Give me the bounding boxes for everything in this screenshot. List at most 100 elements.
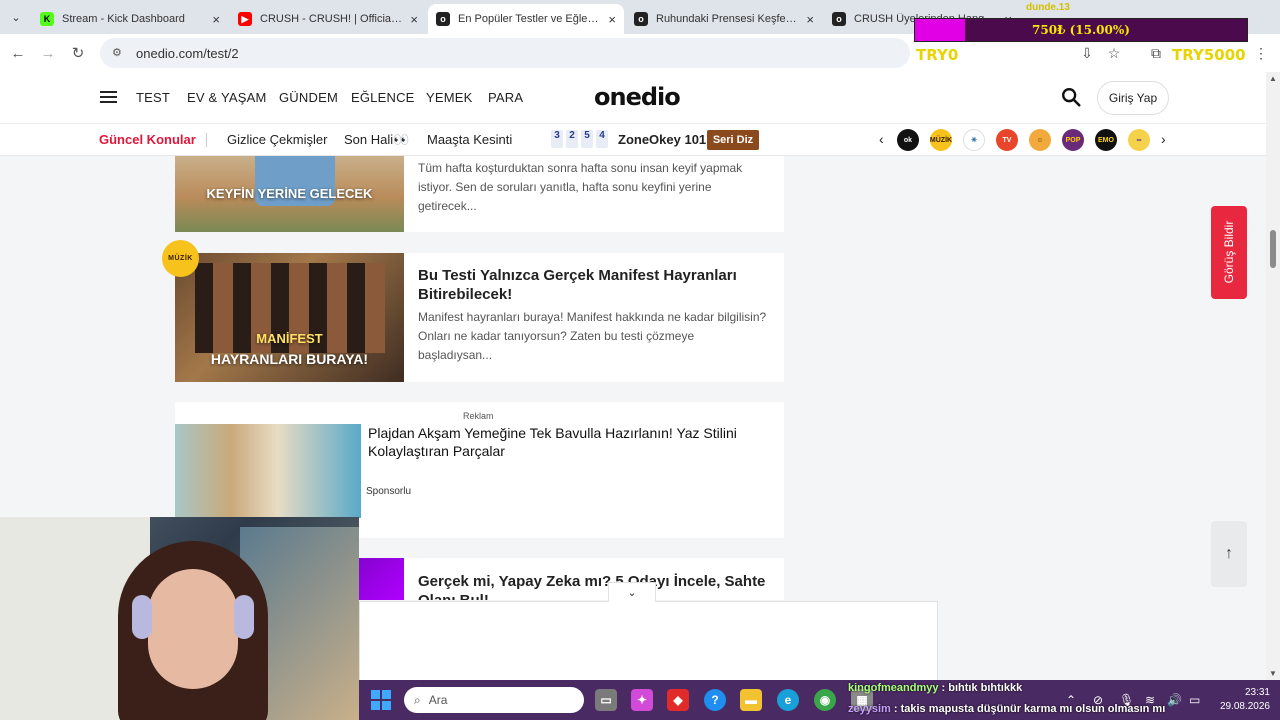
close-tab-icon[interactable]: ×	[608, 12, 616, 27]
nav-yemek[interactable]: YEMEK	[426, 90, 473, 105]
help-icon[interactable]: ?	[704, 689, 726, 711]
tab-kick-dashboard[interactable]: K Stream - Kick Dashboard ×	[32, 4, 228, 34]
reload-icon[interactable]: ↻	[68, 43, 88, 63]
card-title[interactable]: Gerçek mi, Yapay Zeka mı? 5 Odayı İncele…	[418, 572, 768, 600]
clock-date: 29.08.2026	[1219, 701, 1270, 712]
onedio-logo[interactable]: onedio	[594, 83, 681, 111]
windows-start-icon[interactable]	[371, 690, 391, 710]
chat-text: : bıhtık bıhtıkkk	[938, 682, 1023, 694]
seri-diz-button[interactable]: Seri Diz	[707, 130, 759, 150]
taskbar-search[interactable]: ⌕ Ara	[404, 687, 584, 713]
topic-guncel-konular[interactable]: Güncel Konular	[99, 132, 196, 147]
search-icon: ⌕	[414, 692, 421, 707]
nav-para[interactable]: PARA	[488, 90, 523, 105]
nav-gundem[interactable]: GÜNDEM	[279, 90, 338, 105]
category-circle-icon[interactable]: TV	[996, 129, 1018, 151]
category-circle-icon[interactable]: ✳	[963, 129, 985, 151]
edge-icon[interactable]: e	[777, 689, 799, 711]
volume-icon[interactable]: 🔊	[1167, 693, 1182, 707]
onedio-favicon-icon: o	[832, 12, 846, 26]
ad-image[interactable]	[175, 424, 361, 518]
category-circle-icon[interactable]: MÜZİK	[930, 129, 952, 151]
scrollbar-thumb[interactable]	[1270, 230, 1276, 268]
test-card-manifest[interactable]: MANİFEST HAYRANLARI BURAYA! Bu Testi Yal…	[175, 253, 784, 382]
kick-favicon-icon: K	[40, 12, 54, 26]
bottom-sticky-ad[interactable]	[359, 601, 938, 681]
thumbnail-caption-bottom: HAYRANLARI BURAYA!	[210, 351, 369, 367]
hamburger-menu-icon[interactable]	[100, 91, 117, 104]
card-thumbnail[interactable]: KEYFİN YERİNE GELECEK	[175, 156, 404, 232]
menu-kebab-icon[interactable]: ⋮	[1252, 44, 1270, 62]
page-scrollbar[interactable]: ▲ ▼	[1266, 72, 1280, 680]
collapse-ad-chevron-icon[interactable]: ⌄	[608, 582, 656, 602]
webcam-overlay	[0, 517, 359, 720]
nav-test[interactable]: TEST	[136, 90, 170, 105]
topic-separator	[206, 133, 207, 147]
tab-onedio-active[interactable]: o En Popüler Testler ve Eğlenceli ×	[428, 4, 624, 34]
clock-time: 23:31	[1244, 687, 1270, 698]
bookmark-star-icon[interactable]: ☆	[1105, 44, 1123, 62]
back-arrow-icon[interactable]: ←	[8, 43, 28, 63]
scroll-up-arrow-icon[interactable]: ▲	[1269, 74, 1277, 83]
close-tab-icon[interactable]: ×	[806, 12, 814, 27]
category-circle-icon[interactable]: ok	[897, 129, 919, 151]
chat-message: zeyysim : takis mapusta düşünür karma mı…	[848, 703, 1165, 715]
scroll-down-arrow-icon[interactable]: ▼	[1269, 669, 1277, 678]
card-description: Tüm hafta koşturduktan sonra hafta sonu …	[418, 161, 743, 213]
search-icon[interactable]	[1060, 86, 1082, 108]
ad-title[interactable]: Plajdan Akşam Yemeğine Tek Bavulla Hazır…	[368, 424, 758, 460]
close-tab-icon[interactable]: ×	[410, 12, 418, 27]
forward-arrow-icon[interactable]: →	[38, 43, 58, 63]
goal-max-label: TRY5000	[1172, 46, 1246, 64]
tab-title: Ruhundaki Prensesi Keşfediyor	[656, 13, 799, 25]
nav-eglence[interactable]: EĞLENCE	[351, 90, 415, 105]
scroll-to-top-button[interactable]: ↑	[1211, 521, 1247, 587]
site-info-icon[interactable]: ⚙	[112, 46, 126, 60]
topic-gizlice-cekmisler[interactable]: Gizlice Çekmişler	[227, 132, 327, 147]
card-thumbnail[interactable]: MANİFEST HAYRANLARI BURAYA!	[175, 253, 404, 382]
headphone-left	[132, 595, 152, 639]
address-bar[interactable]: ⚙ onedio.com/test/2	[100, 38, 910, 68]
tab-ruhundaki-prenses[interactable]: o Ruhundaki Prensesi Keşfediyor ×	[626, 4, 822, 34]
app-red-icon[interactable]: ◆	[667, 689, 689, 711]
login-button[interactable]: Giriş Yap	[1097, 81, 1169, 115]
copilot-icon[interactable]: ✦	[631, 689, 653, 711]
task-view-icon[interactable]: ▭	[595, 689, 617, 711]
url-text: onedio.com/test/2	[136, 45, 239, 61]
thumbnail-caption-top: MANİFEST	[256, 331, 323, 346]
zoneokey-label[interactable]: ZoneOkey 101	[618, 132, 706, 147]
install-app-icon[interactable]: ⇩	[1078, 44, 1096, 62]
chevron-right-icon[interactable]: ›	[1161, 131, 1166, 147]
category-circle-icon[interactable]: ☺	[1029, 129, 1051, 151]
nav-ev-yasam[interactable]: EV & YAŞAM	[187, 90, 267, 105]
zoneokey-tiles[interactable]: 3 2 5 4	[551, 130, 608, 148]
topic-maasta-kesinti[interactable]: Maaşta Kesinti	[427, 132, 512, 147]
category-circle-icon[interactable]: ∞	[1128, 129, 1150, 151]
card-description: Manifest hayranları buraya! Manifest hak…	[418, 310, 767, 362]
test-card-keyif[interactable]: KEYFİN YERİNE GELECEK Tüm hafta koşturdu…	[175, 156, 784, 232]
chrome-icon[interactable]: ◉	[814, 689, 836, 711]
thumbnail-caption: KEYFİN YERİNE GELECEK	[206, 186, 373, 201]
category-circle-icon[interactable]: EMO	[1095, 129, 1117, 151]
goal-min-label: TRY0	[916, 46, 959, 64]
feedback-button[interactable]: Görüş Bildir	[1211, 206, 1247, 299]
close-tab-icon[interactable]: ×	[212, 12, 220, 27]
tab-title: Stream - Kick Dashboard	[62, 13, 185, 25]
chevron-left-icon[interactable]: ‹	[879, 131, 884, 147]
tab-crush-music[interactable]: ▶ CRUSH - CRUSH! | Official Music ×	[230, 4, 426, 34]
donation-goal-bar: 750₺ (15.00%)	[914, 18, 1248, 42]
tab-title: CRUSH - CRUSH! | Official Music	[260, 13, 402, 25]
tab-search-chevron-icon[interactable]: ⌄	[6, 7, 26, 27]
chat-message: kingofmeandmyy : bıhtık bıhtıkkk	[848, 682, 1022, 694]
extensions-icon[interactable]: ⧉	[1147, 44, 1165, 62]
overlay-top-text: dunde.13	[1026, 2, 1070, 13]
topic-son-hali[interactable]: Son Hali👀	[344, 132, 409, 148]
battery-icon[interactable]: ▭	[1189, 693, 1200, 707]
file-explorer-icon[interactable]: ▬	[740, 689, 762, 711]
taskbar-clock[interactable]: 23:31 29.08.2026	[1208, 686, 1270, 714]
zone-tile: 2	[566, 130, 578, 148]
category-circle-icon[interactable]: POP	[1062, 129, 1084, 151]
card-title[interactable]: Bu Testi Yalnızca Gerçek Manifest Hayran…	[418, 266, 768, 304]
topics-bar: Güncel Konular Gizlice Çekmişler Son Hal…	[0, 124, 1266, 156]
chat-username: kingofmeandmyy	[848, 682, 939, 694]
